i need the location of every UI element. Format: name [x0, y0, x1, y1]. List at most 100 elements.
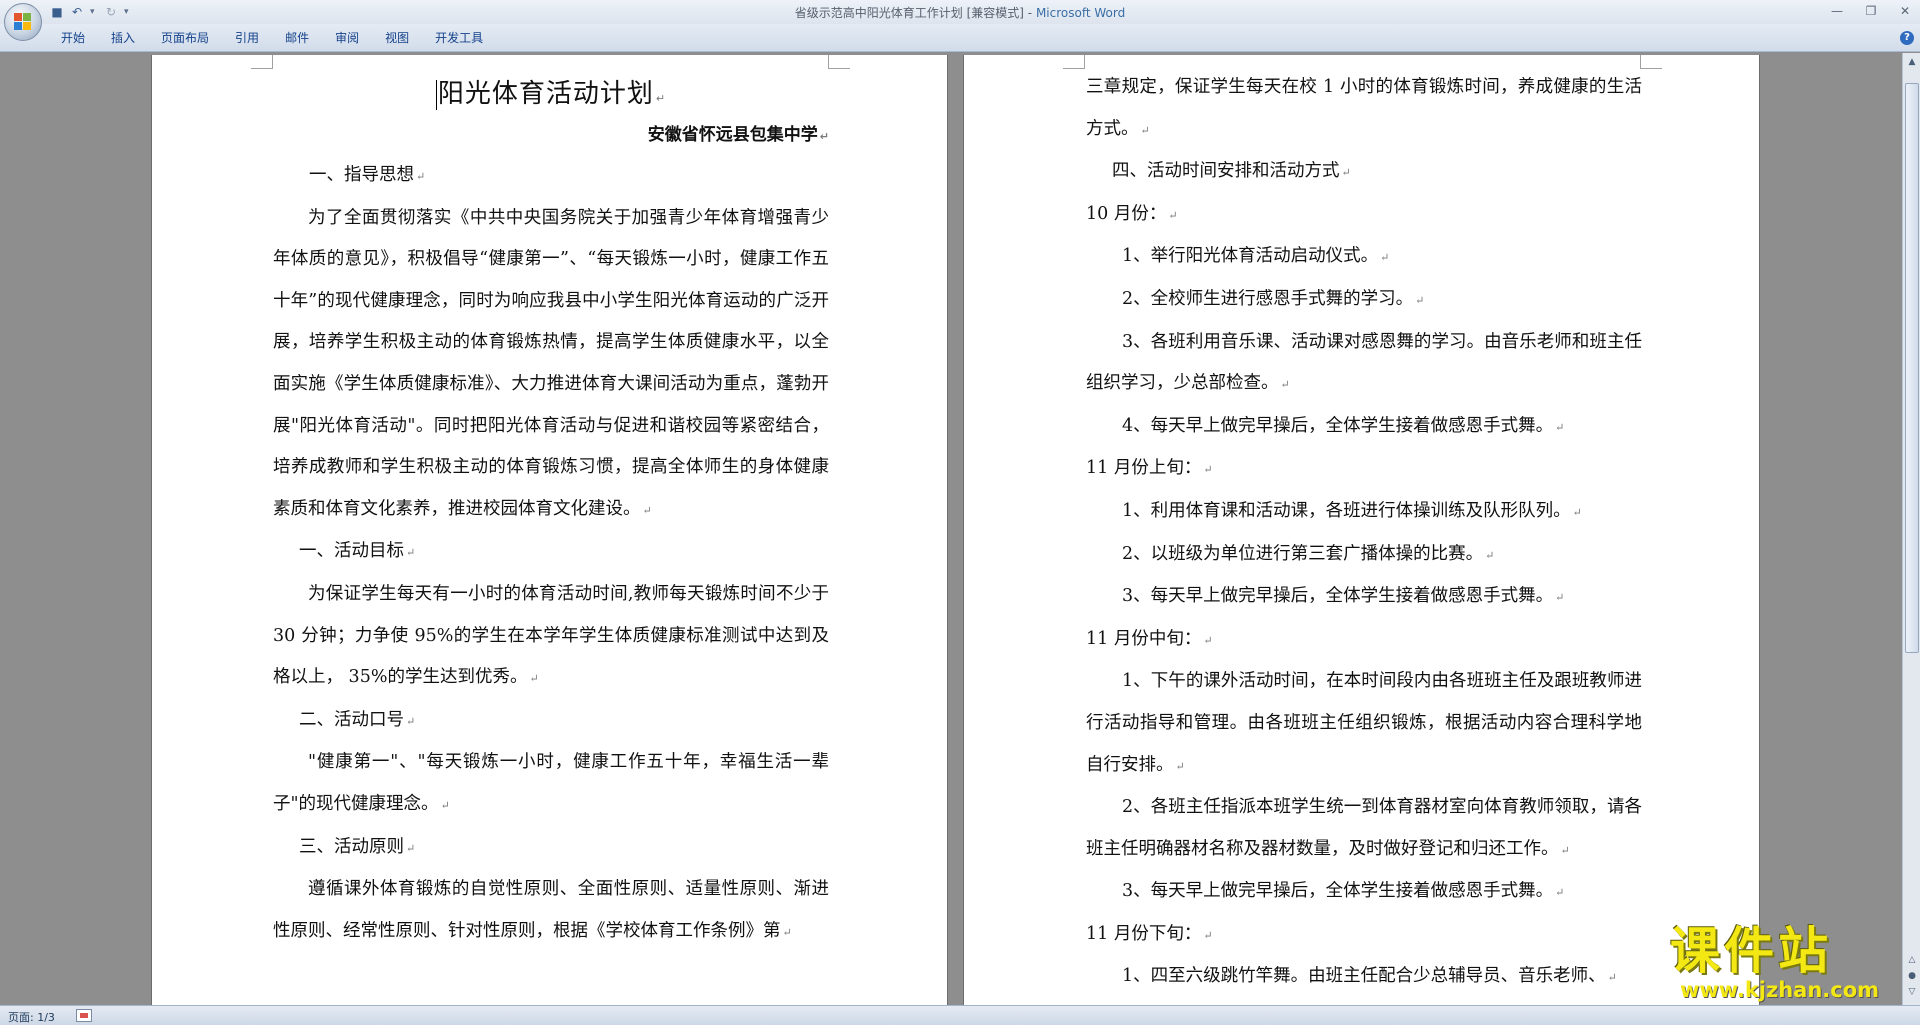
document-area[interactable]: 阳光体育活动计划 ↵ 安徽省怀远县包集中学 ↵ 一、指导思想 ↵ 为了全面贯彻落实《中共… — [0, 53, 1902, 1005]
document-paragraph[interactable]: 遵循课外体育锻炼的自觉性原则、全面性原则、适量性原则、渐进性原则、经常性原则、针… — [273, 869, 829, 953]
restore-icon[interactable]: ❐ — [1860, 2, 1882, 20]
tab-home[interactable]: 开始 — [48, 30, 98, 46]
school-name-text: 安徽省怀远县包集中学 — [647, 125, 818, 145]
document-paragraph[interactable]: 1、四至六级跳竹竿舞。由班主任配合少总辅导员、音乐老师、 ↵ — [1086, 956, 1642, 999]
watermark-url: www.kjzhan.com — [1680, 978, 1880, 1002]
document-paragraph[interactable]: 4、每天早上做完早操后，全体学生接着做感恩手式舞。 ↵ — [1086, 406, 1642, 449]
paragraph-mark: ↵ — [406, 546, 416, 560]
margin-marker — [251, 55, 273, 69]
document-page-1[interactable]: 阳光体育活动计划 ↵ 安徽省怀远县包集中学 ↵ 一、指导思想 ↵ 为了全面贯彻落实《中共… — [151, 55, 948, 1005]
page1-text[interactable]: 阳光体育活动计划 ↵ 安徽省怀远县包集中学 ↵ 一、指导思想 ↵ 为了全面贯彻落实《中共… — [273, 73, 829, 953]
paragraph-mark: ↵ — [1380, 251, 1390, 265]
document-paragraph[interactable]: 二、活动口号 ↵ — [273, 700, 829, 743]
scroll-up-icon[interactable]: ▲ — [1905, 55, 1919, 69]
document-paragraph[interactable]: 四、活动时间安排和活动方式 ↵ — [1086, 151, 1642, 194]
tab-insert[interactable]: 插入 — [98, 30, 148, 46]
paragraph-text: 3、每天早上做完早操后，全体学生接着做感恩手式舞。 — [1122, 881, 1554, 902]
paragraph-mark: ↵ — [1607, 971, 1617, 985]
paragraph-mark: ↵ — [1280, 378, 1290, 392]
document-paragraph[interactable]: 为了全面贯彻落实《中共中央国务院关于加强青少年体育增强青少年体质的意见》，积极倡… — [273, 198, 829, 532]
paragraph-text: 2、以班级为单位进行第三套广播体操的比赛。 — [1122, 543, 1484, 564]
paragraph-mark: ↵ — [1203, 463, 1213, 477]
paragraph-mark: ↵ — [1175, 759, 1185, 773]
paragraph-mark: ↵ — [782, 925, 792, 939]
ribbon-tabs: 开始 插入 页面布局 引用 邮件 审阅 视图 开发工具 — [48, 30, 496, 46]
window-title: 省级示范高中阳光体育工作计划 [兼容模式] - Microsoft Word — [0, 4, 1920, 21]
paragraph-text: 11 月份下旬： — [1086, 923, 1202, 944]
watermark-title: 课件站 — [1670, 922, 1832, 980]
document-paragraph[interactable]: 3、每天早上做完早操后，全体学生接着做感恩手式舞。 ↵ — [1086, 871, 1642, 914]
proofing-icon[interactable] — [76, 1009, 92, 1022]
paragraph-mark: ↵ — [819, 130, 829, 143]
paragraph-text: 三章规定，保证学生每天在校 1 小时的体育锻炼时间，养成健康的生活方式。 — [1086, 77, 1642, 139]
tab-page-layout[interactable]: 页面布局 — [148, 30, 222, 46]
paragraph-mark: ↵ — [406, 841, 416, 855]
paragraph-text: 1、利用体育课和活动课，各班进行体操训练及队形队列。 — [1122, 500, 1571, 521]
tab-developer[interactable]: 开发工具 — [422, 30, 496, 46]
page1-body: 一、指导思想 ↵ 为了全面贯彻落实《中共中央国务院关于加强青少年体育增强青少年体质的… — [273, 155, 829, 953]
document-paragraph[interactable]: 1、利用体育课和活动课，各班进行体操训练及队形队列。 ↵ — [1086, 491, 1642, 534]
document-paragraph[interactable]: 三章规定，保证学生每天在校 1 小时的体育锻炼时间，养成健康的生活方式。 ↵ — [1086, 67, 1642, 151]
paragraph-mark: ↵ — [1555, 886, 1565, 900]
document-paragraph[interactable]: 2、全校师生进行感恩手式舞的学习。 ↵ — [1086, 279, 1642, 322]
ribbon: 开始 插入 页面布局 引用 邮件 审阅 视图 开发工具 ? — [0, 24, 1920, 52]
scroll-thumb[interactable] — [1905, 83, 1919, 653]
office-button[interactable] — [4, 3, 42, 41]
document-paragraph[interactable]: 三、活动原则 ↵ — [273, 827, 829, 870]
document-paragraph[interactable]: 一、指导思想 ↵ — [273, 155, 829, 198]
page2-body: 三章规定，保证学生每天在校 1 小时的体育锻炼时间，养成健康的生活方式。 ↵ 四、活… — [1086, 67, 1642, 999]
document-paragraph[interactable]: 11 月份中旬： ↵ — [1086, 619, 1642, 662]
paragraph-text: 三、活动原则 — [299, 836, 404, 857]
tab-mailings[interactable]: 邮件 — [272, 30, 322, 46]
document-paragraph[interactable]: 2、以班级为单位进行第三套广播体操的比赛。 ↵ — [1086, 534, 1642, 577]
document-paragraph[interactable]: "健康第一"、"每天锻炼一小时，健康工作五十年，幸福生活一辈子"的现代健康理念。… — [273, 742, 829, 826]
document-paragraph[interactable]: 3、每天早上做完早操后，全体学生接着做感恩手式舞。 ↵ — [1086, 576, 1642, 619]
document-paragraph[interactable]: 10 月份： ↵ — [1086, 194, 1642, 237]
document-paragraph[interactable]: 2、各班主任指派本班学生统一到体育器材室向体育教师领取，请各班主任明确器材名称及… — [1086, 787, 1642, 871]
paragraph-text: 二、活动口号 — [299, 709, 404, 730]
paragraph-mark: ↵ — [1485, 548, 1495, 562]
document-paragraph[interactable]: 1、举行阳光体育活动启动仪式。 ↵ — [1086, 236, 1642, 279]
document-page-2[interactable]: 三章规定，保证学生每天在校 1 小时的体育锻炼时间，养成健康的生活方式。 ↵ 四、活… — [963, 55, 1760, 1005]
tab-review[interactable]: 审阅 — [322, 30, 372, 46]
text-cursor — [435, 79, 437, 110]
site-watermark: 课件站 www.kjzhan.com — [1670, 923, 1920, 1003]
paragraph-text: 1、四至六级跳竹竿舞。由班主任配合少总辅导员、音乐老师、 — [1122, 966, 1606, 987]
paragraph-mark: ↵ — [416, 170, 426, 183]
window-controls: — ❐ ✕ — [1826, 2, 1916, 20]
document-paragraph[interactable]: 为保证学生每天有一小时的体育活动时间,教师每天锻炼时间不少于 30 分钟；力争使… — [273, 574, 829, 700]
margin-marker — [828, 55, 850, 69]
document-paragraph[interactable]: 一、活动目标 ↵ — [273, 531, 829, 574]
paragraph-text: 1、举行阳光体育活动启动仪式。 — [1122, 246, 1379, 267]
help-icon[interactable]: ? — [1900, 31, 1914, 45]
paragraph-text: 3、每天早上做完早操后，全体学生接着做感恩手式舞。 — [1122, 586, 1554, 607]
close-icon[interactable]: ✕ — [1894, 2, 1916, 20]
vertical-scrollbar[interactable]: ▲ △ ● ▽ — [1902, 53, 1920, 1005]
title-bar: ■ ↶ ▾ ↻ ▾ 省级示范高中阳光体育工作计划 [兼容模式] - Micros… — [0, 0, 1920, 41]
paragraph-mark: ↵ — [440, 798, 450, 812]
paragraph-mark: ↵ — [1203, 928, 1213, 942]
paragraph-mark: ↵ — [406, 714, 416, 728]
title-dash: - — [1027, 6, 1036, 20]
document-paragraph[interactable]: 11 月份下旬： ↵ — [1086, 914, 1642, 957]
paragraph-text: 2、全校师生进行感恩手式舞的学习。 — [1122, 288, 1414, 309]
page2-text[interactable]: 三章规定，保证学生每天在校 1 小时的体育锻炼时间，养成健康的生活方式。 ↵ 四、活… — [1086, 67, 1642, 999]
paragraph-text: 四、活动时间安排和活动方式 — [1112, 161, 1340, 182]
margin-marker — [1640, 55, 1662, 69]
document-paragraph[interactable]: 3、各班利用音乐课、活动课对感恩舞的学习。由音乐老师和班主任组织学习，少总部检查… — [1086, 322, 1642, 406]
document-heading[interactable]: 阳光体育活动计划 ↵ — [273, 73, 829, 115]
tab-references[interactable]: 引用 — [222, 30, 272, 46]
school-name[interactable]: 安徽省怀远县包集中学 ↵ — [273, 115, 829, 155]
paragraph-mark: ↵ — [1168, 208, 1178, 222]
paragraph-mark: ↵ — [1572, 505, 1582, 519]
document-paragraph[interactable]: 1、下午的课外活动时间，在本时间段内由各班班主任及跟班教师进行活动指导和管理。由… — [1086, 661, 1642, 787]
document-paragraph[interactable]: 11 月份上旬： ↵ — [1086, 448, 1642, 491]
tab-view[interactable]: 视图 — [372, 30, 422, 46]
document-title: 省级示范高中阳光体育工作计划 [兼容模式] — [794, 6, 1024, 20]
paragraph-mark: ↵ — [1140, 123, 1150, 137]
paragraph-text: 11 月份上旬： — [1086, 458, 1202, 479]
paragraph-mark: ↵ — [642, 503, 652, 517]
paragraph-text: 一、活动目标 — [299, 541, 404, 562]
minimize-icon[interactable]: — — [1826, 2, 1848, 20]
page-indicator[interactable]: 页面: 1/3 — [8, 1009, 55, 1025]
